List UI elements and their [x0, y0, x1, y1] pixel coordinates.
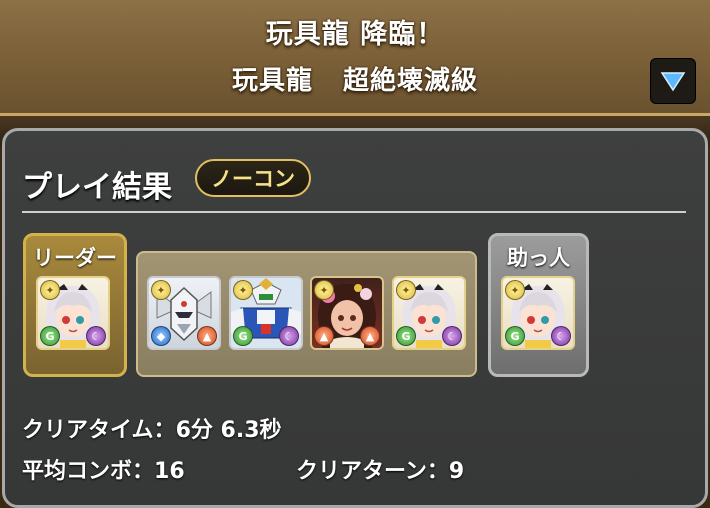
wood-attribute-icon: G: [233, 326, 253, 346]
average-combo-value: 16: [154, 459, 185, 484]
dropdown-button[interactable]: [650, 58, 696, 104]
no-continue-badge: ノーコン: [195, 159, 311, 197]
average-combo-label: 平均コンボ：: [22, 459, 155, 484]
clear-turn-value: 9: [448, 459, 465, 484]
light-attribute-icon: ✦: [40, 280, 60, 300]
wood-attribute-icon: G: [40, 326, 60, 346]
dungeon-title: 玩具龍 降臨！: [265, 19, 445, 50]
helper-monster-card[interactable]: ✦ G ☾: [501, 276, 575, 350]
play-result-title: プレイ結果: [22, 170, 172, 205]
leader-label: リーダー: [33, 246, 117, 270]
light-attribute-icon: ✦: [233, 280, 253, 300]
floor-title-difficulty: 超絶壊滅級: [343, 66, 479, 96]
quest-header: 玩具龍 降臨！ 玩具龍 超絶壊滅級: [0, 0, 710, 116]
clear-time-value: 6分 6.3秒: [175, 418, 282, 443]
water-attribute-icon: ◆: [151, 326, 171, 346]
triangle-down-icon: [660, 72, 686, 92]
clear-time-label: クリアタイム：: [22, 418, 176, 443]
fire-attribute-icon: ▲: [360, 326, 380, 346]
leader-monster-card[interactable]: ✦ G ☾: [36, 276, 110, 350]
clear-time-stat: クリアタイム：6分 6.3秒: [22, 412, 282, 444]
floor-title: 玩具龍 超絶壊滅級: [0, 60, 710, 97]
member-monster-card-1[interactable]: ✦ ◆ ▲: [147, 276, 221, 350]
clear-turn-stat: クリアターン：9: [296, 453, 464, 485]
wood-attribute-icon: G: [396, 326, 416, 346]
fire-attribute-icon: ▲: [314, 326, 334, 346]
dark-attribute-icon: ☾: [279, 326, 299, 346]
light-attribute-icon: ✦: [314, 280, 334, 300]
average-combo-stat: 平均コンボ：16: [22, 453, 185, 485]
member-monster-card-4[interactable]: ✦ G ☾: [392, 276, 466, 350]
light-attribute-icon: ✦: [396, 280, 416, 300]
dark-attribute-icon: ☾: [551, 326, 571, 346]
wood-attribute-icon: G: [505, 326, 525, 346]
fire-attribute-icon: ▲: [197, 326, 217, 346]
clear-turn-label: クリアターン：: [296, 459, 449, 484]
helper-label: 助っ人: [507, 246, 570, 270]
member-monster-card-2[interactable]: ✦ G ☾: [229, 276, 303, 350]
light-attribute-icon: ✦: [505, 280, 525, 300]
divider: [22, 211, 686, 213]
dark-attribute-icon: ☾: [86, 326, 106, 346]
floor-title-dungeon: 玩具龍: [231, 66, 313, 96]
light-attribute-icon: ✦: [151, 280, 171, 300]
member-monster-card-3[interactable]: ✦ ▲ ▲: [310, 276, 384, 350]
dark-attribute-icon: ☾: [442, 326, 462, 346]
